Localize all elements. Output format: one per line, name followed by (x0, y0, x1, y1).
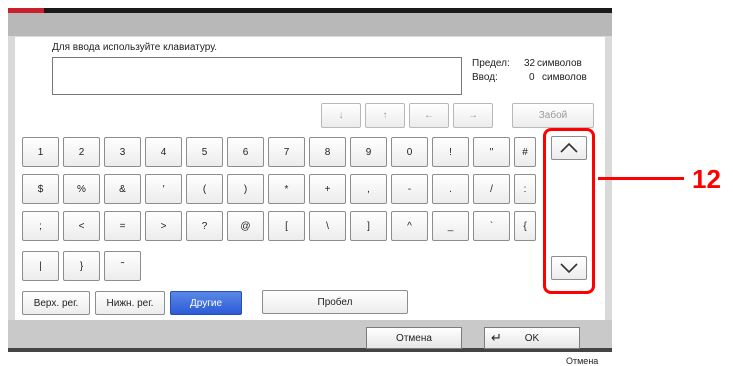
scroll-up-button[interactable] (551, 136, 587, 160)
key-underscore[interactable]: _ (432, 211, 469, 241)
key-colon[interactable]: : (514, 174, 536, 204)
title-bar-strip (44, 8, 612, 13)
key-dollar[interactable]: $ (22, 174, 59, 204)
key-greater-than[interactable]: > (145, 211, 182, 241)
key-left-paren[interactable]: ( (186, 174, 223, 204)
key-prime[interactable]: ′ (145, 174, 182, 204)
key-less-than[interactable]: < (63, 211, 100, 241)
key-0[interactable]: 0 (391, 137, 428, 167)
key-2[interactable]: 2 (63, 137, 100, 167)
input-count-unit: символов (542, 72, 587, 83)
chevron-up-icon (560, 142, 578, 153)
key-percent[interactable]: % (63, 174, 100, 204)
text-input[interactable] (52, 57, 462, 95)
input-count-label: Ввод: (472, 72, 498, 83)
cursor-right-button[interactable]: → (453, 103, 493, 128)
key-1[interactable]: 1 (22, 137, 59, 167)
key-period[interactable]: . (432, 174, 469, 204)
backspace-button[interactable]: Забой (512, 103, 594, 128)
cursor-up-button[interactable]: ↑ (365, 103, 405, 128)
limit-unit: символов (537, 58, 582, 69)
key-4[interactable]: 4 (145, 137, 182, 167)
chevron-down-icon (560, 263, 578, 274)
callout-line (598, 177, 684, 180)
key-caret[interactable]: ^ (391, 211, 428, 241)
title-bar-accent (8, 8, 44, 13)
key-ampersand[interactable]: & (104, 174, 141, 204)
input-count-info: Ввод: 0 символов (472, 72, 587, 83)
key-tilde[interactable]: ˜ (104, 251, 141, 281)
key-left-bracket[interactable]: [ (268, 211, 305, 241)
key-asterisk[interactable]: * (268, 174, 305, 204)
key-right-paren[interactable]: ) (227, 174, 264, 204)
key-backslash[interactable]: \ (309, 211, 346, 241)
key-6[interactable]: 6 (227, 137, 264, 167)
limit-label: Предел: (472, 58, 510, 69)
limit-info: Предел: 32 символов (472, 58, 582, 69)
ok-button[interactable]: ↵ OK (484, 327, 580, 349)
scroll-down-button[interactable] (551, 256, 587, 280)
other-symbols-mode-button[interactable]: Другие (170, 291, 242, 315)
callout-number: 12 (692, 164, 721, 194)
cursor-down-button[interactable]: ↓ (321, 103, 361, 128)
key-5[interactable]: 5 (186, 137, 223, 167)
limit-value: 32 (524, 58, 536, 69)
key-minus[interactable]: - (391, 174, 428, 204)
key-question[interactable]: ? (186, 211, 223, 241)
cursor-left-button[interactable]: ← (409, 103, 449, 128)
key-equals[interactable]: = (104, 211, 141, 241)
key-right-bracket[interactable]: ] (350, 211, 387, 241)
key-double-quote[interactable]: " (473, 137, 510, 167)
key-slash[interactable]: / (473, 174, 510, 204)
key-semicolon[interactable]: ; (22, 211, 59, 241)
key-7[interactable]: 7 (268, 137, 305, 167)
key-plus[interactable]: + (309, 174, 346, 204)
key-8[interactable]: 8 (309, 137, 346, 167)
cancel-button[interactable]: Отмена (366, 327, 462, 349)
key-3[interactable]: 3 (104, 137, 141, 167)
key-exclamation[interactable]: ! (432, 137, 469, 167)
lowercase-mode-button[interactable]: Нижн. рег. (95, 291, 165, 315)
input-count-value: 0 (529, 72, 535, 83)
enter-icon: ↵ (491, 330, 502, 345)
key-9[interactable]: 9 (350, 137, 387, 167)
key-comma[interactable]: , (350, 174, 387, 204)
key-left-brace[interactable]: { (514, 211, 536, 241)
key-backtick[interactable]: ` (473, 211, 510, 241)
key-hash[interactable]: # (514, 137, 536, 167)
key-at[interactable]: @ (227, 211, 264, 241)
key-pipe[interactable]: | (22, 251, 59, 281)
key-right-brace[interactable]: } (63, 251, 100, 281)
uppercase-mode-button[interactable]: Верх. рег. (22, 291, 90, 315)
space-button[interactable]: Пробел (262, 290, 408, 314)
ok-label: OK (524, 332, 540, 344)
instruction-text: Для ввода используйте клавиатуру. (52, 42, 218, 53)
